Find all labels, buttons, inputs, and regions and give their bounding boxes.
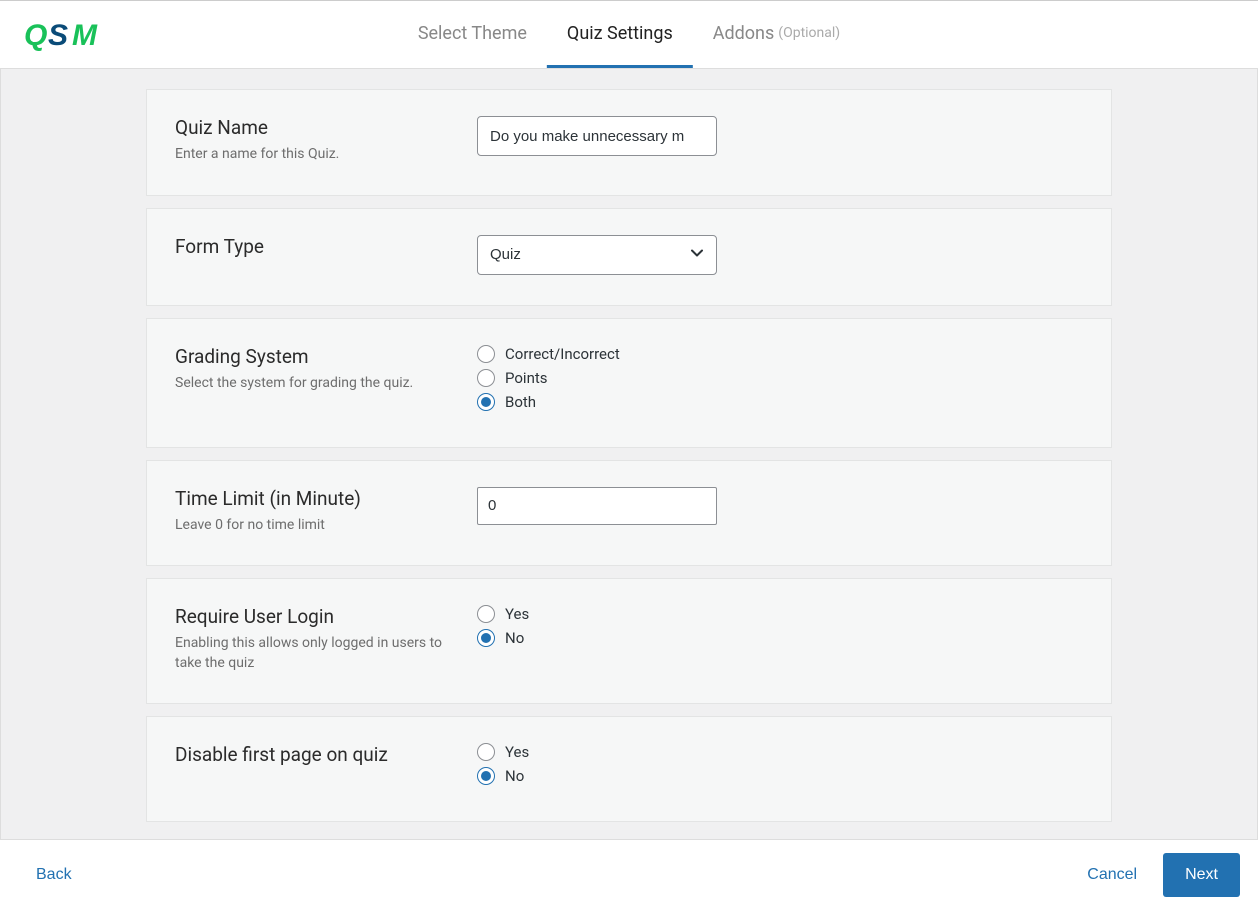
disable-first-radio-yes[interactable]: Yes [477,743,1083,761]
next-button[interactable]: Next [1163,853,1240,897]
header-tabs: Select Theme Quiz Settings Addons (Optio… [398,1,860,68]
disable-first-radio-no[interactable]: No [477,767,1083,785]
radio-label: Yes [505,743,529,761]
radio-input[interactable] [477,743,495,761]
quiz-name-title: Quiz Name [175,116,477,139]
back-button[interactable]: Back [36,866,72,884]
header: Q S M Select Theme Quiz Settings Addons … [0,1,1258,69]
require-login-radio-yes[interactable]: Yes [477,605,1083,623]
radio-label: Both [505,393,536,411]
radio-label: Correct/Incorrect [505,345,620,363]
svg-text:M: M [72,19,98,52]
grading-radio-correct[interactable]: Correct/Incorrect [477,345,1083,363]
footer: Back Cancel Next [0,839,1258,909]
card-quiz-name: Quiz Name Enter a name for this Quiz. [146,89,1112,196]
svg-text:S: S [48,19,68,52]
logo-icon: Q S M [24,17,108,53]
radio-label: Yes [505,605,529,623]
radio-input[interactable] [477,767,495,785]
disable-first-page-title: Disable first page on quiz [175,743,477,766]
card-time-limit: Time Limit (in Minute) Leave 0 for no ti… [146,460,1112,567]
time-limit-desc: Leave 0 for no time limit [175,516,445,536]
quiz-name-desc: Enter a name for this Quiz. [175,145,445,165]
radio-input[interactable] [477,369,495,387]
radio-label: Points [505,369,548,387]
radio-label: No [505,629,524,647]
form-type-select[interactable]: Quiz [477,235,717,275]
time-limit-title: Time Limit (in Minute) [175,487,477,510]
require-login-title: Require User Login [175,605,477,628]
quiz-name-input[interactable] [477,116,717,156]
radio-input[interactable] [477,345,495,363]
tab-label: Quiz Settings [567,23,673,44]
tab-optional-label: (Optional) [778,25,840,41]
logo: Q S M [24,17,108,53]
radio-input[interactable] [477,393,495,411]
grading-desc: Select the system for grading the quiz. [175,374,445,394]
tab-addons[interactable]: Addons (Optional) [693,1,860,68]
require-login-desc: Enabling this allows only logged in user… [175,634,445,673]
radio-input[interactable] [477,629,495,647]
card-form-type: Form Type Quiz [146,208,1112,306]
tab-quiz-settings[interactable]: Quiz Settings [547,1,693,68]
form-type-title: Form Type [175,235,477,258]
grading-title: Grading System [175,345,477,368]
settings-body: Quiz Name Enter a name for this Quiz. Fo… [0,69,1258,839]
card-disable-first-page: Disable first page on quiz Yes No [146,716,1112,822]
require-login-radio-no[interactable]: No [477,629,1083,647]
tab-label: Select Theme [418,23,527,44]
tab-select-theme[interactable]: Select Theme [398,1,547,68]
time-limit-input[interactable] [477,487,717,525]
grading-radio-points[interactable]: Points [477,369,1083,387]
card-grading-system: Grading System Select the system for gra… [146,318,1112,448]
svg-text:Q: Q [24,19,47,52]
tab-label: Addons [713,23,775,44]
radio-input[interactable] [477,605,495,623]
cancel-button[interactable]: Cancel [1087,866,1137,884]
card-require-login: Require User Login Enabling this allows … [146,578,1112,704]
grading-radio-both[interactable]: Both [477,393,1083,411]
radio-label: No [505,767,524,785]
